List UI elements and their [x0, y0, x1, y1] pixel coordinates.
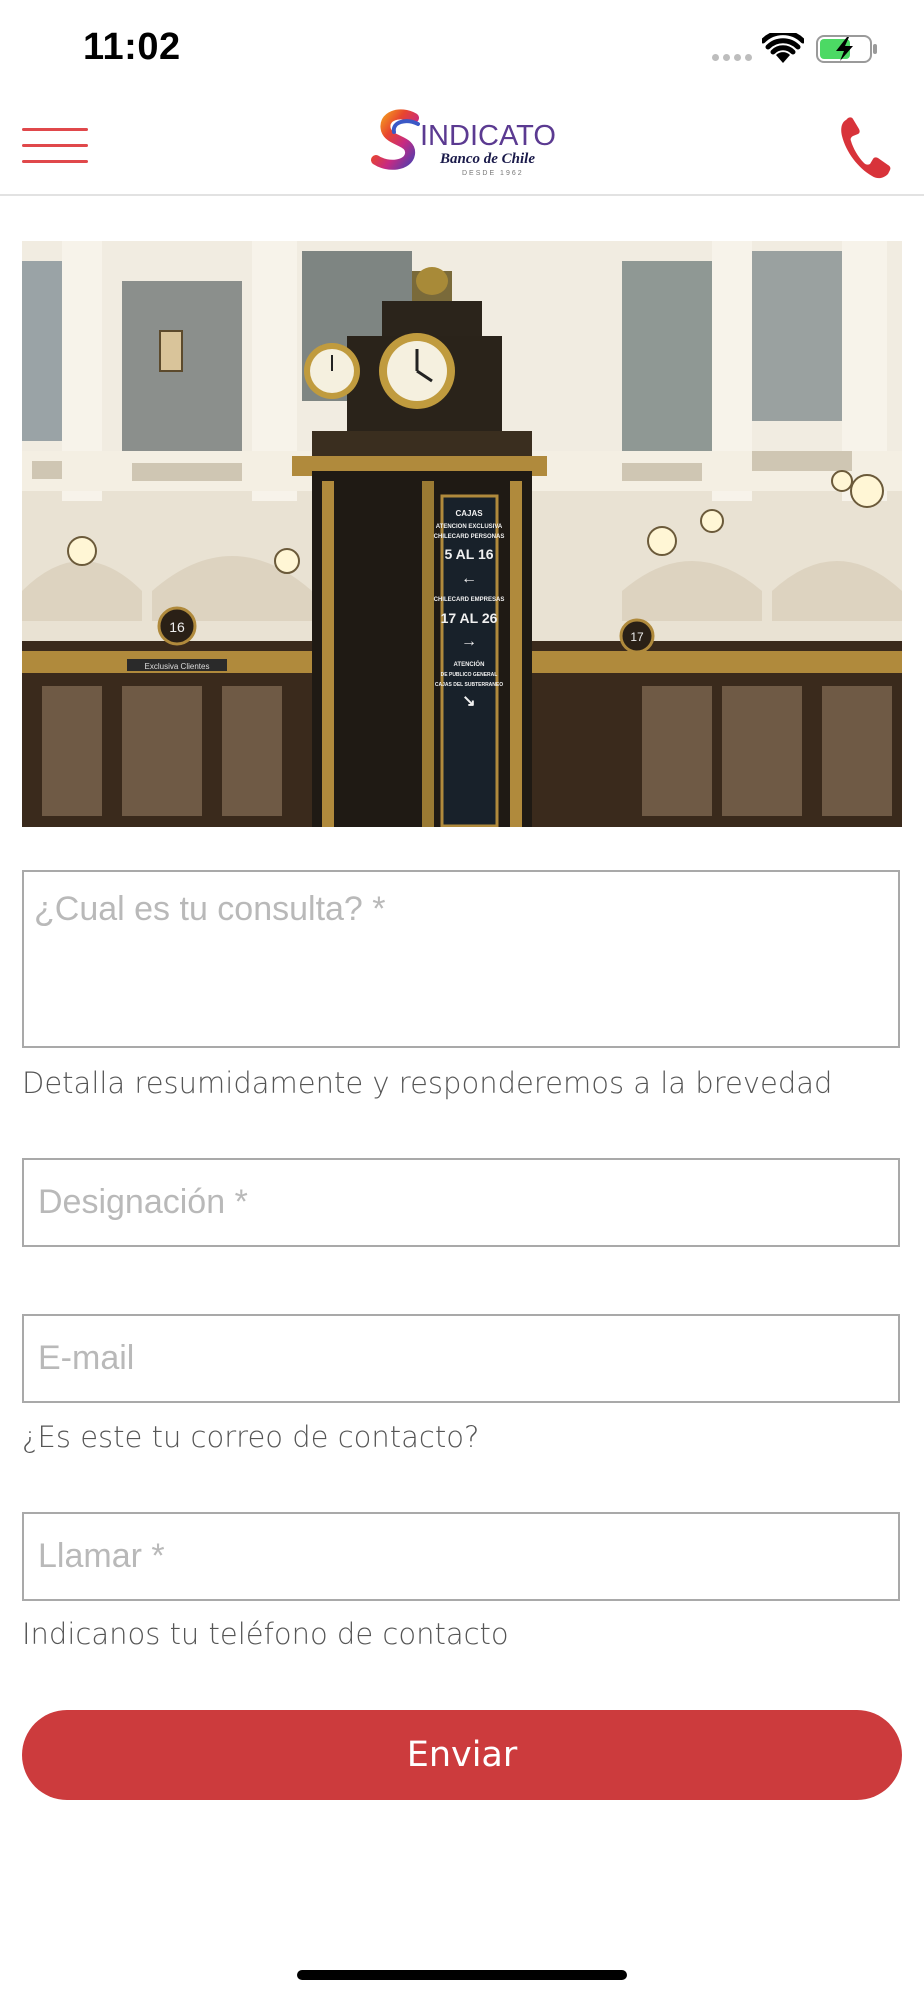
- logo: INDICATO Banco de Chile DESDE 1962: [370, 108, 562, 184]
- booth-number-17: 17: [630, 630, 644, 644]
- sign-arrow-left: ←: [461, 570, 477, 587]
- phone-helper-text: Indicanos tu teléfono de contacto: [22, 1617, 509, 1651]
- logo-title: INDICATO: [420, 120, 556, 152]
- booth-number-16: 16: [169, 619, 185, 635]
- sign-line-2: CHILECARD PERSONAS: [434, 534, 505, 540]
- status-bar: 11:02: [0, 0, 924, 96]
- sign-arrow-right: →: [461, 633, 477, 650]
- signal-icon: [712, 54, 752, 61]
- logo-tagline: DESDE 1962: [462, 170, 524, 177]
- sign-line-1: ATENCION EXCLUSIVA: [436, 524, 503, 530]
- designation-field[interactable]: [22, 1158, 900, 1247]
- hero-image: Exclusiva Clientes 16 17 CAJAS ATENCION …: [22, 241, 902, 827]
- phone-icon[interactable]: [838, 114, 894, 182]
- sign-line-6: ATENCIÓN: [454, 660, 485, 668]
- designation-input[interactable]: [24, 1160, 898, 1245]
- email-helper-text: ¿Es este tu correo de contacto?: [22, 1420, 480, 1454]
- sign-line-3: 5 AL 16: [444, 546, 493, 562]
- hamburger-menu-icon[interactable]: [22, 126, 88, 166]
- query-textarea[interactable]: [24, 872, 898, 1046]
- bank-hall-illustration: Exclusiva Clientes 16 17 CAJAS ATENCION …: [22, 241, 902, 827]
- query-field[interactable]: [22, 870, 900, 1048]
- email-field[interactable]: [22, 1314, 900, 1403]
- query-helper-text: Detalla resumidamente y responderemos a …: [22, 1066, 833, 1100]
- wifi-icon: [762, 33, 804, 63]
- sign-arrow-down: ↘: [462, 693, 475, 710]
- status-time: 11:02: [83, 26, 181, 68]
- sign-line-8: CAJAS DEL SUBTERRANEO: [435, 682, 503, 688]
- phone-input[interactable]: [24, 1514, 898, 1599]
- phone-field[interactable]: [22, 1512, 900, 1601]
- sign-line-5: 17 AL 26: [441, 610, 498, 626]
- booth-label: Exclusiva Clientes: [145, 662, 210, 671]
- sign-line-7: DE PUBLICO GENERAL: [441, 672, 498, 678]
- email-input[interactable]: [24, 1316, 898, 1401]
- logo-subtitle: Banco de Chile: [440, 151, 536, 167]
- home-indicator[interactable]: [297, 1970, 627, 1980]
- app-header: INDICATO Banco de Chile DESDE 1962: [0, 96, 924, 196]
- submit-button[interactable]: Enviar: [22, 1710, 902, 1800]
- sign-line-4: CHILECARD EMPRESAS: [434, 597, 505, 603]
- sign-line-0: CAJAS: [455, 509, 483, 518]
- battery-charging-icon: [816, 35, 877, 63]
